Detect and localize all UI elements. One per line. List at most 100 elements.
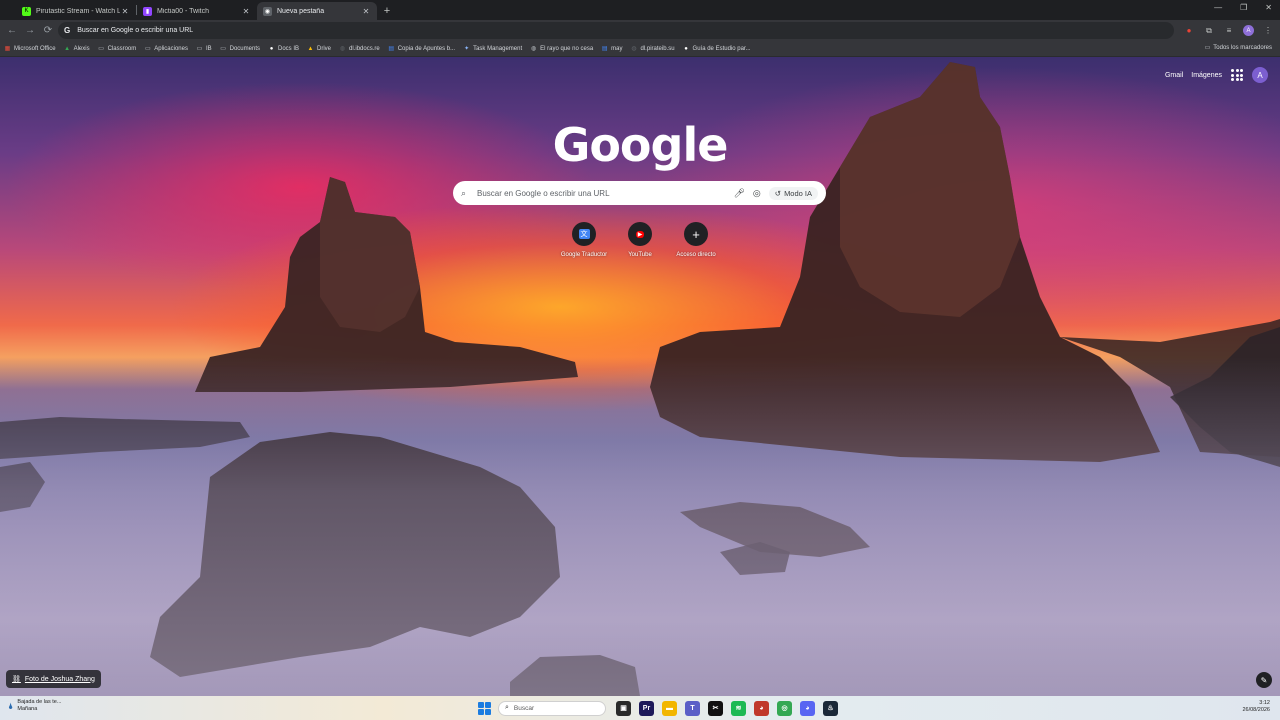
bookmark-label: Docs IB bbox=[278, 45, 300, 52]
bookmark-label: dl.pirateib.su bbox=[640, 45, 675, 52]
account-avatar[interactable]: A bbox=[1252, 67, 1268, 83]
forward-icon[interactable]: → bbox=[21, 22, 39, 40]
close-icon[interactable]: ✕ bbox=[120, 7, 130, 16]
globe-icon: ◍ bbox=[631, 46, 637, 52]
shortcut-add[interactable]: + Acceso directo bbox=[668, 222, 724, 258]
shortcut-youtube[interactable]: ▶ YouTube bbox=[612, 222, 668, 258]
shortcut-label: Google Traductor bbox=[560, 252, 608, 258]
teams-icon[interactable]: T bbox=[685, 700, 700, 716]
discord-red-icon[interactable]: ◕ bbox=[754, 700, 769, 716]
weather-line-2: Mañana bbox=[17, 706, 38, 712]
bookmark-item[interactable]: ▦ Microsoft Office bbox=[4, 45, 56, 53]
customize-pencil-icon[interactable]: ✎ bbox=[1256, 672, 1272, 688]
search-icon: ⌕ bbox=[505, 704, 509, 711]
bookmark-item[interactable]: ▲ Drive bbox=[307, 45, 332, 52]
minimize-icon[interactable]: — bbox=[1214, 3, 1222, 12]
windows-start-icon[interactable] bbox=[476, 700, 492, 716]
bookmark-item[interactable]: ▭ Classroom bbox=[98, 45, 137, 53]
extension-icon[interactable]: ● bbox=[1183, 25, 1195, 37]
bookmark-item[interactable]: ◍ El rayo que no cesa bbox=[530, 45, 593, 53]
bookmark-label: dl.ibdocs.re bbox=[349, 45, 380, 52]
google-docs-icon: ▤ bbox=[601, 46, 608, 52]
reload-icon[interactable]: ⟳ bbox=[39, 22, 57, 40]
taskbar-search[interactable]: ⌕ Buscar bbox=[498, 700, 606, 716]
twitch-icon: ▮ bbox=[143, 6, 152, 16]
folder-icon: ▭ bbox=[98, 46, 104, 52]
folder-icon: ▭ bbox=[196, 46, 203, 52]
close-icon[interactable]: ✕ bbox=[241, 7, 251, 16]
menu-icon[interactable]: ⋮ bbox=[1262, 25, 1274, 37]
google-g-icon: G bbox=[64, 26, 71, 35]
ai-mode-button[interactable]: ↺ Modo IA bbox=[768, 186, 818, 200]
google-lens-icon[interactable]: ◎ bbox=[753, 188, 761, 199]
window-controls: — ❐ ✕ bbox=[1214, 3, 1272, 12]
bookmark-item[interactable]: ◍ dl.ibdocs.re bbox=[339, 45, 380, 53]
search-box[interactable]: ⌕ 🎤︎ ◎ ↺ Modo IA bbox=[453, 181, 826, 205]
close-icon[interactable]: ✕ bbox=[361, 7, 371, 16]
toolbar-actions: ● ⧉ ≡ A ⋮ bbox=[1183, 22, 1274, 39]
bookmark-item[interactable]: ▤ may bbox=[601, 45, 623, 53]
clock-date: 26/08/2026 bbox=[1242, 707, 1270, 713]
task-view-icon[interactable]: ▣ bbox=[616, 700, 631, 716]
folder-icon: ▭ bbox=[220, 46, 226, 52]
close-window-icon[interactable]: ✕ bbox=[1265, 3, 1272, 12]
shortcut-label: Acceso directo bbox=[676, 252, 716, 258]
bookmark-item[interactable]: ◍ dl.pirateib.su bbox=[631, 45, 675, 53]
ai-mode-label: Modo IA bbox=[784, 188, 812, 198]
mist-overlay bbox=[0, 357, 1280, 696]
discord-icon[interactable]: ◕ bbox=[800, 700, 815, 716]
bookmark-item[interactable]: ✦ Task Management bbox=[463, 45, 522, 53]
maximize-icon[interactable]: ❐ bbox=[1240, 3, 1247, 12]
chrome-icon: ◉ bbox=[263, 6, 272, 16]
photo-credit-link[interactable]: ⛓ Foto de Joshua Zhang bbox=[6, 670, 101, 688]
new-tab-button[interactable]: + bbox=[377, 2, 397, 20]
bookmark-label: Microsoft Office bbox=[14, 45, 56, 52]
bookmark-item[interactable]: ● Docs IB bbox=[268, 45, 299, 52]
kick-icon: K bbox=[22, 6, 31, 16]
capcut-icon[interactable]: ✂ bbox=[708, 700, 723, 716]
gmail-link[interactable]: Gmail bbox=[1165, 72, 1183, 79]
bookmark-item[interactable]: ▤ Copia de Apuntes b... bbox=[388, 45, 456, 53]
star-icon: ✦ bbox=[464, 46, 470, 52]
steam-icon[interactable]: ♨ bbox=[823, 700, 838, 716]
all-bookmarks-button[interactable]: ▭ Todos los marcadores bbox=[1204, 44, 1272, 52]
profile-avatar[interactable]: A bbox=[1243, 25, 1254, 36]
extensions-puzzle-icon[interactable]: ⧉ bbox=[1203, 25, 1215, 37]
taskbar-search-label: Buscar bbox=[513, 704, 535, 712]
ntp-top-links: Gmail Imágenes A bbox=[1165, 67, 1268, 83]
tab-new-tab[interactable]: ◉ Nueva pestaña ✕ bbox=[257, 2, 377, 20]
spotify-icon[interactable]: ≋ bbox=[731, 700, 746, 716]
bookmark-item[interactable]: ▭ IB bbox=[196, 45, 212, 53]
bookmark-item[interactable]: ● Guía de Estudio par... bbox=[683, 45, 750, 52]
bookmark-label: Copia de Apuntes b... bbox=[397, 45, 456, 52]
system-clock[interactable]: 3:12 26/08/2026 bbox=[1242, 700, 1270, 714]
address-bar[interactable]: G Buscar en Google o escribir una URL bbox=[58, 22, 1174, 39]
browser-toolbar: ← → ⟳ G Buscar en Google o escribir una … bbox=[0, 20, 1280, 41]
shortcut-google-translate[interactable]: 文 Google Traductor bbox=[556, 222, 612, 258]
chrome-icon[interactable]: ◎ bbox=[777, 700, 792, 716]
google-apps-icon[interactable] bbox=[1230, 68, 1244, 82]
bookmark-item[interactable]: ▭ Aplicaciones bbox=[144, 45, 188, 53]
shortcuts-row: 文 Google Traductor ▶ YouTube + Acceso di… bbox=[556, 222, 724, 258]
media-controls-icon[interactable]: ≡ bbox=[1223, 25, 1235, 37]
tab-title: Pirutastic Stream - Watch Live o bbox=[36, 7, 120, 15]
voice-search-icon[interactable]: 🎤︎ bbox=[733, 188, 744, 199]
weather-widget[interactable]: 🌢︎ Bajada de las te... Mañana bbox=[8, 699, 61, 713]
back-icon[interactable]: ← bbox=[3, 22, 21, 40]
bookmark-item[interactable]: ▲ Alexis bbox=[64, 45, 90, 52]
tab-title: Nueva pestaña bbox=[277, 7, 325, 15]
tab-kick[interactable]: K Pirutastic Stream - Watch Live o ✕ bbox=[16, 2, 136, 20]
search-input[interactable] bbox=[477, 188, 726, 198]
bookmarks-bar: ▦ Microsoft Office ▲ Alexis ▭ Classroom ▭ Aplic… bbox=[0, 41, 1280, 57]
bookmark-label: Classroom bbox=[107, 45, 137, 52]
images-link[interactable]: Imágenes bbox=[1191, 72, 1222, 79]
bookmark-item[interactable]: ▭ Documents bbox=[220, 45, 260, 53]
folder-icon: ▭ bbox=[1204, 45, 1211, 51]
bookmark-label: Alexis bbox=[73, 45, 90, 52]
tab-twitch[interactable]: ▮ Mictia00 - Twitch ✕ bbox=[137, 2, 257, 20]
premiere-pro-icon[interactable]: Pr bbox=[639, 700, 654, 716]
windows-taskbar: 🌢︎ Bajada de las te... Mañana ⌕ Buscar ▣… bbox=[0, 696, 1280, 720]
bookmark-label: Documents bbox=[229, 45, 260, 52]
file-explorer-icon[interactable]: ▬ bbox=[662, 700, 677, 716]
folder-icon: ▭ bbox=[144, 46, 151, 52]
